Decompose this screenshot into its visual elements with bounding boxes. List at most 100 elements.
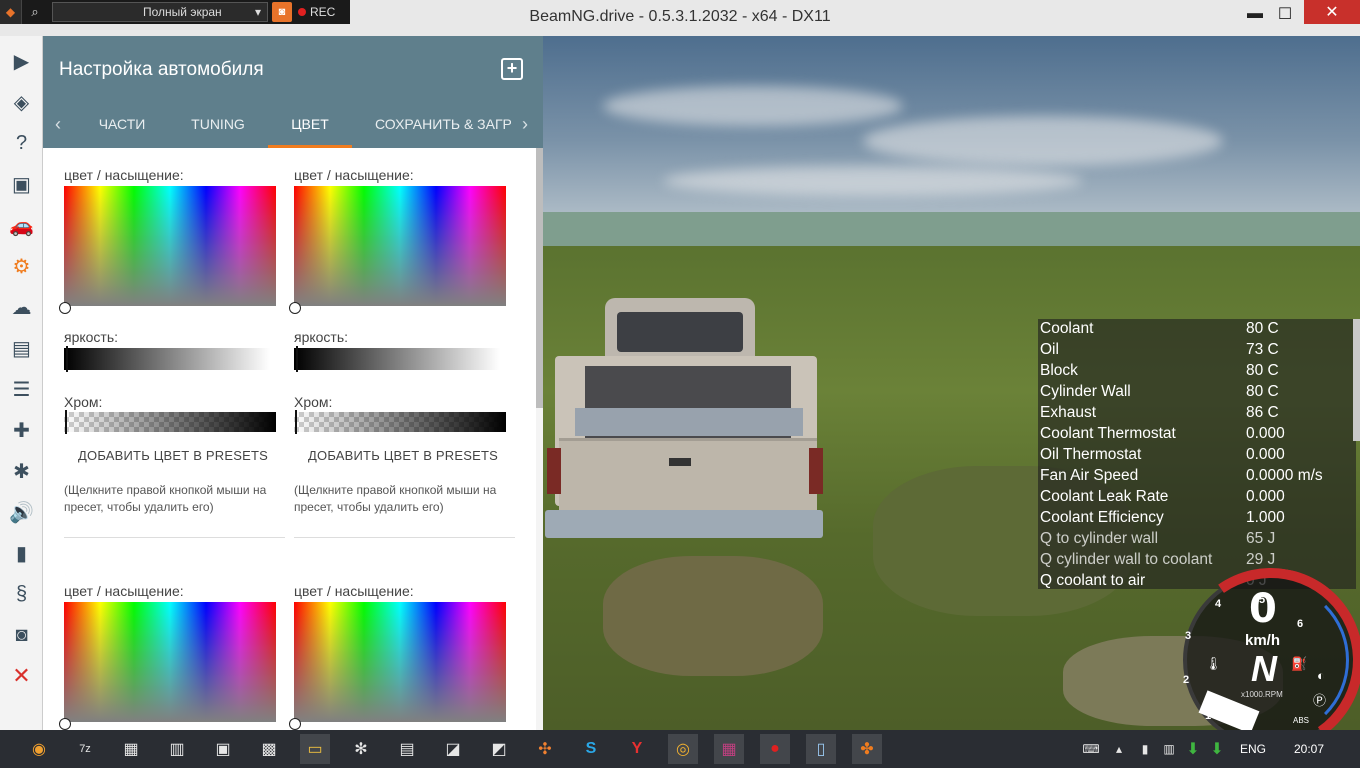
brightness-slider[interactable] [294,346,500,372]
help-icon[interactable]: ? [0,123,43,163]
brightness-slider-handle[interactable] [296,346,298,372]
hue-saturation-picker[interactable] [64,602,276,722]
hue-picker-handle[interactable] [289,718,301,730]
puzzle-icon[interactable]: ✚ [0,410,43,450]
maximize-button[interactable]: ☐ [1262,0,1308,28]
windows-taskbar: ◉ 7z ▦ ▥ ▣ ▩ ▭ ✻ ▤ ◪ ◩ ✣ S Y ◎ ▦ ● ▯ ✤ ⌨… [0,730,1360,768]
hue-label: цвет / насыщение: [64,167,184,183]
chrome-icon[interactable]: ◎ [668,734,698,764]
cloud-icon[interactable]: ☁ [0,287,43,327]
scenario-icon[interactable]: ▣ [0,164,43,204]
close-window-button[interactable]: ✕ [1304,0,1360,24]
telemetry-value: 65 J [1246,530,1276,547]
hue-label: цвет / насыщение: [294,583,414,599]
chrome-slider[interactable] [64,410,276,434]
monitor2-icon[interactable]: ◪ [438,734,468,764]
pickup-truck [545,298,825,558]
game-viewport[interactable]: Coolant 80 C Oil 73 C Block 80 C Cylinder W… [543,36,1360,730]
telemetry-row: Oil 73 C [1040,341,1350,362]
divider [294,537,515,538]
film-icon[interactable]: ▩ [254,734,284,764]
keyboard-icon[interactable]: ⌨ [1076,734,1106,764]
brightness-slider[interactable] [64,346,270,372]
sliders-icon[interactable]: ☰ [0,369,43,409]
rpm-label: x1000.RPM [1241,690,1283,699]
monitor-icon[interactable]: ▣ [208,734,238,764]
layers-icon[interactable]: ◈ [0,82,43,122]
telemetry-key: Block [1040,362,1078,379]
winrar-icon[interactable]: ▦ [714,734,744,764]
volume-icon[interactable]: 🔊 [0,492,43,532]
speed-unit: km/h [1245,632,1281,649]
brightness-slider-handle[interactable] [66,346,68,372]
hue-picker-handle[interactable] [59,302,71,314]
network2-icon[interactable]: ✣ [530,734,560,764]
panel-header: Настройка автомобиля + ‹ ЧАСТИ TUNING ЦВ… [43,36,543,148]
calculator-icon[interactable]: ▥ [162,734,192,764]
tab-color[interactable]: ЦВЕТ [268,104,352,148]
add-color-to-presets-button[interactable]: ДОБАВИТЬ ЦВЕТ В PRESETS [308,448,498,463]
chrome-label: Хром: [64,394,103,410]
window-title: BeamNG.drive - 0.5.3.1.2032 - x64 - DX11 [529,8,831,25]
download-arrow-icon[interactable]: ⬇ [1202,734,1232,764]
car-icon[interactable]: 🚗 [0,205,43,245]
gear-indicator: N [1251,648,1277,689]
telemetry-key: Coolant [1040,320,1094,337]
hue-saturation-picker[interactable] [64,186,276,306]
telemetry-key: Coolant Leak Rate [1040,488,1169,505]
divider [64,537,285,538]
parking-brake-icon: Ⓟ [1313,693,1327,708]
hue-saturation-picker[interactable] [294,186,506,306]
hue-picker-handle[interactable] [59,718,71,730]
chrome-slider[interactable] [294,410,506,434]
tabs-right-arrow-icon[interactable]: › [522,114,528,135]
temperature-icon: 🌡 [1205,656,1222,671]
skype-icon[interactable]: S [576,734,606,764]
photos-icon[interactable]: ◩ [484,734,514,764]
printer-icon[interactable]: ▤ [392,734,422,764]
truck-tailgate [559,438,817,512]
tab-save-load[interactable]: СОХРАНИТЬ & ЗАГР [375,104,511,148]
beamng-icon[interactable]: ✤ [852,734,882,764]
play-icon[interactable]: ▶ [0,41,43,81]
bluetooth-icon[interactable]: ✻ [346,734,376,764]
telemetry-key: Exhaust [1040,404,1097,421]
route-icon[interactable]: § [0,574,43,614]
gear-icon[interactable]: ⚙ [0,246,43,286]
notepad-icon[interactable]: ▯ [806,734,836,764]
7zip-icon[interactable]: 7z [70,734,100,764]
telemetry-key: Fan Air Speed [1040,467,1139,484]
clock[interactable]: 20:07 [1294,742,1324,756]
explorer-icon[interactable]: ▭ [300,734,330,764]
rpm-tick: 6 [1297,618,1304,630]
tab-parts[interactable]: ЧАСТИ [83,104,161,148]
add-color-to-presets-button[interactable]: ДОБАВИТЬ ЦВЕТ В PRESETS [78,448,268,463]
window-icon[interactable]: ▤ [0,328,43,368]
yandex-icon[interactable]: Y [622,734,652,764]
chrome-label: Хром: [294,394,333,410]
scrollbar-thumb[interactable] [536,148,543,408]
hue-picker-handle[interactable] [289,302,301,314]
bug-icon[interactable]: ✱ [0,451,43,491]
telemetry-key: Oil [1040,341,1059,358]
telemetry-key: Coolant Thermostat [1040,425,1176,442]
telemetry-row: Coolant Leak Rate 0.000 [1040,488,1350,509]
tabs-left-arrow-icon[interactable]: ‹ [55,114,61,135]
add-window-button[interactable]: + [501,58,523,80]
camera-icon[interactable]: ◙ [0,615,43,655]
chrome-slider-handle[interactable] [295,410,297,434]
hue-saturation-picker[interactable] [294,602,506,722]
chrome-slider-handle[interactable] [65,410,67,434]
overlay-scrollbar[interactable] [1353,319,1360,441]
telemetry-row: Coolant Efficiency 1.000 [1040,509,1350,530]
tab-tuning[interactable]: TUNING [179,104,257,148]
stats-icon[interactable]: ▮ [0,533,43,573]
telemetry-row: Fan Air Speed 0.0000 m/s [1040,467,1350,488]
panel-scrollbar[interactable] [536,148,543,730]
network-icon[interactable]: ▦ [116,734,146,764]
telemetry-row: Coolant Thermostat 0.000 [1040,425,1350,446]
close-icon[interactable]: ✕ [0,656,43,696]
firefox-icon[interactable]: ◉ [24,734,54,764]
language-indicator[interactable]: ENG [1240,742,1266,756]
recorder-icon[interactable]: ● [760,734,790,764]
